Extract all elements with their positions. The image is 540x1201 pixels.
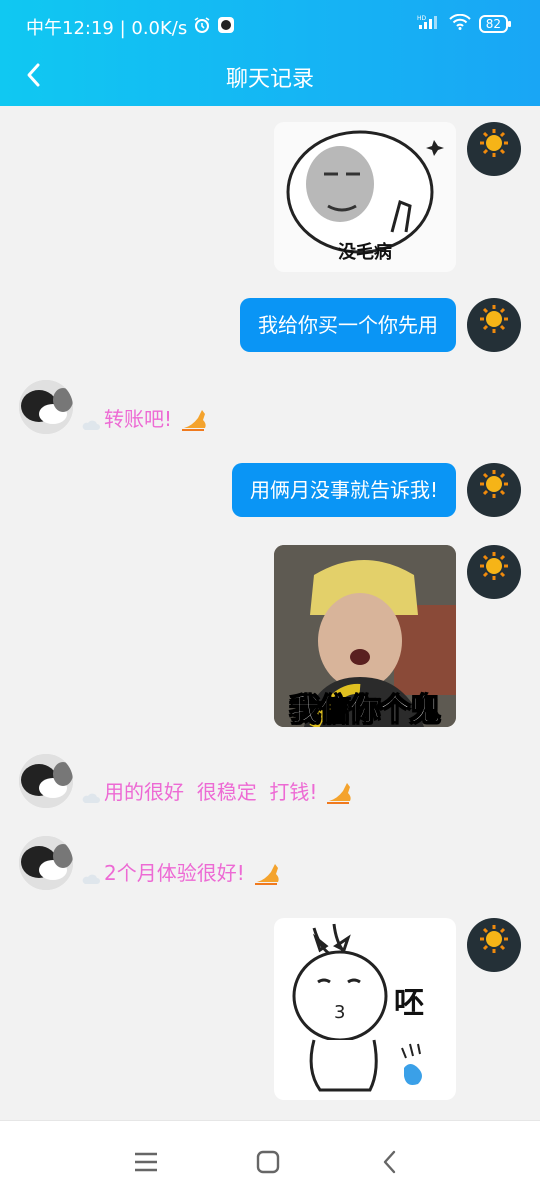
menu-button[interactable] — [131, 1147, 161, 1177]
sun-icon — [480, 925, 508, 953]
message-text: 2个月体验很好! — [104, 861, 245, 885]
cat-photo-icon — [19, 836, 73, 890]
title-bar: 聊天记录 — [0, 50, 540, 106]
home-button[interactable] — [253, 1147, 283, 1177]
message-text: 用的很好 很稳定 打钱! — [104, 780, 318, 804]
sticker-caption: 我信你个鬼 — [290, 693, 441, 728]
orange-cat-sticker-icon — [182, 410, 206, 431]
menu-icon — [135, 1152, 157, 1172]
alarm-icon — [193, 16, 211, 39]
my-avatar[interactable] — [467, 545, 521, 599]
app-header: 中午12:19 | 0.0K/s HD 82 聊天记录 — [0, 0, 540, 106]
orange-cat-sticker-icon — [254, 864, 279, 885]
svg-text:HD: HD — [417, 15, 427, 22]
message-bubble[interactable]: 用俩月没事就告诉我! — [231, 463, 456, 517]
home-square-icon — [256, 1150, 280, 1174]
sticker-message[interactable]: 没毛病 — [274, 122, 456, 272]
my-avatar[interactable] — [467, 122, 521, 176]
status-time-speed: 中午12:19 | 0.0K/s — [26, 18, 188, 39]
cat-photo-icon — [19, 380, 73, 434]
cloud-icon — [82, 420, 100, 430]
system-nav-bar — [0, 1120, 540, 1201]
cloud-icon — [82, 874, 100, 884]
cloud-icon — [82, 793, 100, 803]
cartoon-bunny-image: 3 — [292, 923, 422, 1092]
contact-avatar[interactable] — [19, 754, 73, 808]
app-notification-icon — [217, 16, 235, 39]
back-chevron-icon — [383, 1150, 396, 1174]
sun-icon — [480, 552, 508, 580]
sticker-message[interactable]: 我信你个鬼 — [274, 545, 456, 727]
message-pink-text[interactable]: 2个月体验很好! — [82, 846, 283, 886]
sun-icon — [480, 305, 508, 333]
contact-avatar[interactable] — [19, 836, 73, 890]
message-text: 转账吧! — [104, 407, 173, 431]
message-bubble[interactable]: 我给你买一个你先用 — [240, 298, 456, 352]
status-bar: 中午12:19 | 0.0K/s HD 82 — [0, 0, 540, 50]
my-avatar[interactable] — [467, 918, 521, 972]
page-title: 聊天记录 — [225, 67, 314, 92]
orange-cat-sticker-icon — [327, 783, 352, 804]
sticker-caption: 没毛病 — [338, 242, 392, 263]
sticker-message[interactable]: 3 呸 — [274, 918, 456, 1100]
cat-photo-icon — [19, 754, 73, 808]
signal-icon: HD — [417, 14, 441, 33]
my-avatar[interactable] — [467, 298, 521, 352]
wifi-icon — [449, 13, 471, 33]
message-pink-text[interactable]: 用的很好 很稳定 打钱! — [82, 765, 355, 805]
nav-back-button[interactable] — [375, 1147, 405, 1177]
sun-icon — [480, 129, 508, 157]
my-avatar[interactable] — [467, 463, 521, 517]
battery-indicator: 82 — [478, 14, 512, 33]
message-pink-text[interactable]: 转账吧! — [82, 392, 210, 432]
sticker-caption: 呸 — [394, 986, 424, 1021]
contact-avatar[interactable] — [19, 380, 73, 434]
sun-icon — [480, 470, 508, 498]
svg-text:3: 3 — [334, 1002, 345, 1023]
